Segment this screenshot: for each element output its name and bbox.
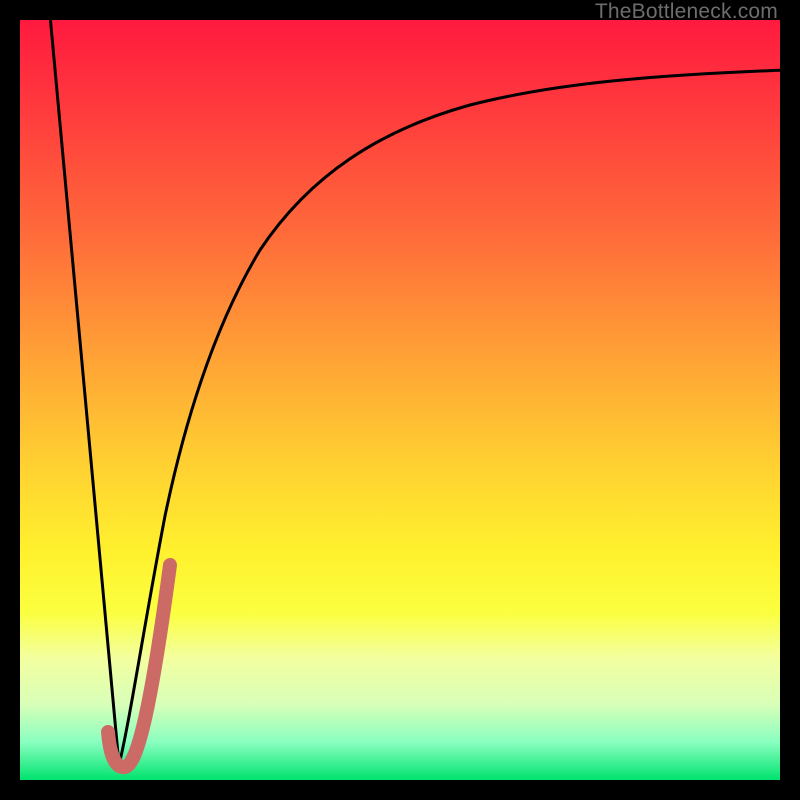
watermark-text: TheBottleneck.com: [595, 0, 778, 24]
right-curve-line: [119, 70, 785, 765]
chart-frame: TheBottleneck.com: [0, 0, 800, 800]
plot-area: [20, 20, 780, 780]
left-descent-line: [50, 15, 119, 765]
chart-svg: [20, 20, 780, 780]
